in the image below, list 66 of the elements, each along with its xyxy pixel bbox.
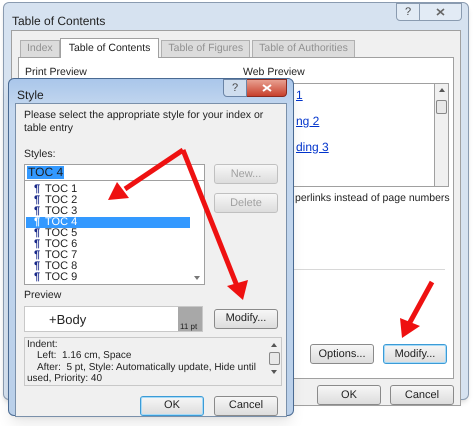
style-name: TOC 1 (45, 184, 78, 195)
paragraph-icon: ¶ (34, 194, 45, 206)
style-name: TOC 9 (45, 272, 78, 283)
style-name: TOC 6 (45, 238, 78, 250)
checkbox-label: perlinks instead of page numbers (295, 190, 450, 206)
help-button[interactable]: ? (396, 3, 420, 21)
section-label: Web Preview (243, 65, 305, 80)
style-list-item[interactable]: ¶ TOC 3 (26, 206, 190, 217)
close-icon (436, 8, 445, 16)
close-button[interactable] (247, 79, 287, 97)
options-button[interactable]: Options... (310, 344, 374, 364)
preview-text: +Body (48, 310, 88, 329)
style-name: TOC 8 (45, 260, 78, 272)
paragraph-icon: ¶ (34, 184, 45, 195)
ok-button[interactable]: OK (140, 396, 204, 416)
scroll-down-icon (194, 276, 200, 280)
scroll-up-icon (271, 342, 277, 346)
style-list-item[interactable]: ¶ TOC 8 (26, 260, 190, 272)
section-label: Print Preview (25, 65, 88, 80)
scroll-thumb[interactable] (436, 100, 447, 114)
close-icon (262, 84, 272, 92)
paragraph-icon: ¶ (34, 206, 45, 217)
style-list-item[interactable]: ¶ TOC 9 (26, 272, 190, 283)
scroll-up-icon (438, 88, 444, 92)
ok-button[interactable]: OK (317, 385, 381, 405)
instruction-text: Please select the appropriate style for your index or table entry (24, 109, 264, 135)
help-button[interactable]: ? (223, 79, 247, 97)
paragraph-icon: ¶ (34, 260, 45, 272)
style-list-item[interactable]: ¶ TOC 2 (26, 194, 190, 206)
scroll-down-icon (271, 370, 277, 374)
description-line: Indent: (27, 338, 59, 350)
arrow (400, 280, 434, 338)
style-list-item[interactable]: ¶ TOC 5 (26, 228, 190, 239)
description-line: Left: 1.16 cm, Space (36, 350, 132, 362)
style-name: TOC 3 (45, 206, 78, 217)
heading-link[interactable]: 1 (296, 88, 303, 102)
style-list-item[interactable]: ¶ TOC 1 (26, 184, 190, 195)
style-list-item[interactable]: ¶ TOC 6 (26, 238, 190, 250)
window-title: Style (17, 87, 44, 104)
style-name: TOC 7 (45, 250, 78, 261)
description-line: After: 5 pt, Style: Automatically update, Hide until (36, 362, 258, 373)
field-label: Styles: (24, 147, 57, 162)
modify-button[interactable]: Modify... (214, 308, 278, 328)
paragraph-icon: ¶ (34, 272, 45, 283)
paragraph-icon: ¶ (34, 216, 45, 228)
heading-link[interactable]: ding 3 (296, 140, 329, 154)
description-line: used, Priority: 40 (27, 373, 104, 384)
paragraph-icon: ¶ (34, 250, 45, 261)
style-name: TOC 2 (45, 194, 78, 206)
field-label: Preview (24, 288, 62, 303)
selected-text: TOC 4 (27, 166, 64, 179)
style-name-field[interactable]: TOC 4 (24, 164, 205, 181)
modify-button[interactable]: Modify... (383, 344, 447, 364)
tab[interactable]: Table of Contents (60, 38, 160, 58)
heading-link[interactable]: ng 2 (296, 114, 320, 128)
paragraph-icon: ¶ (34, 238, 45, 250)
window-title: Table of Contents (12, 13, 106, 30)
style-name: TOC 5 (45, 228, 78, 239)
font-size-label: 11 pt (178, 306, 202, 330)
cancel-button[interactable]: Cancel (214, 396, 278, 416)
style-list-item[interactable]: ¶ TOC 7 (26, 250, 190, 261)
style-name: TOC 4 (45, 216, 78, 228)
scroll-thumb[interactable] (268, 352, 280, 364)
cancel-button[interactable]: Cancel (390, 385, 454, 405)
close-button[interactable] (420, 3, 462, 21)
paragraph-icon: ¶ (34, 228, 45, 239)
